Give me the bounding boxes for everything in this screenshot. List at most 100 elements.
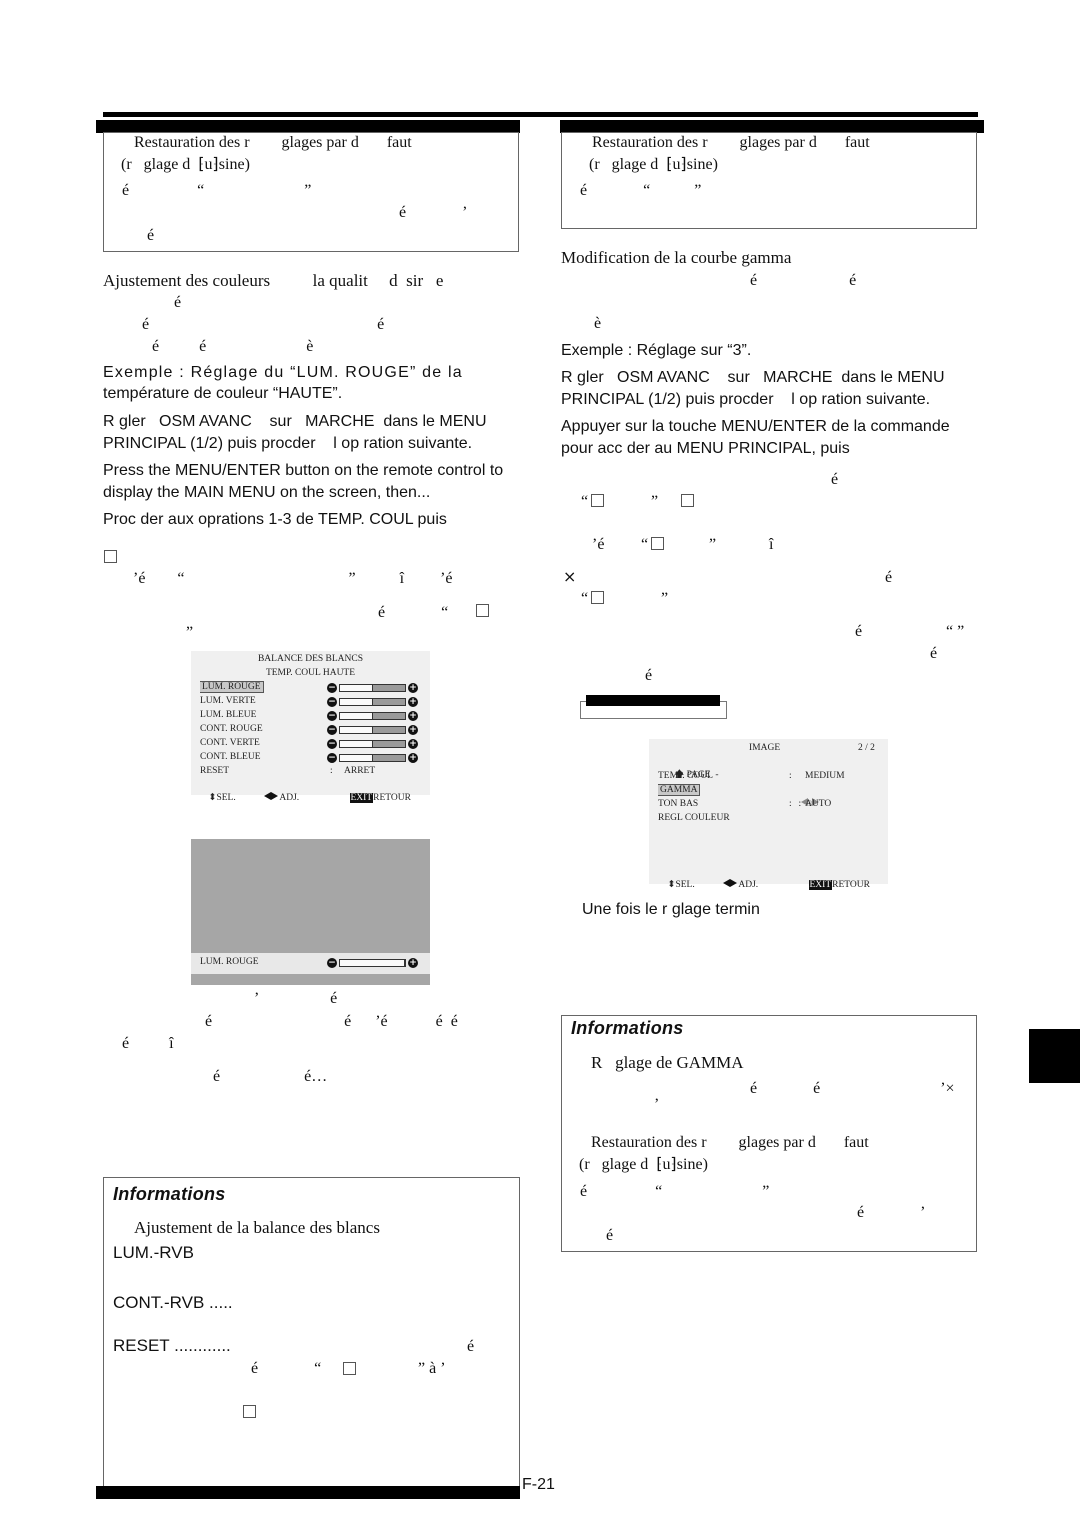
osd-item-ton-bas-sep: : — [789, 799, 792, 809]
footer-adj: ADJ. — [279, 793, 300, 803]
header-rule — [103, 112, 978, 117]
osd-image-title: IMAGE — [749, 743, 781, 753]
minus-icon: − — [327, 725, 337, 735]
right-step-glyph: î — [769, 536, 774, 553]
single-slider[interactable]: − + — [327, 958, 418, 968]
osd-slider[interactable]: − + — [327, 725, 418, 735]
osd-item-lum-verte[interactable]: LUM. VERTE — [200, 695, 256, 708]
osd-item-regl-couleur[interactable]: REGL COULEUR — [658, 812, 730, 825]
right-step-quote-close: ” — [651, 493, 659, 510]
slider-fill — [340, 755, 373, 761]
osd-item-ton-bas-value: AUTO — [805, 799, 832, 809]
right-garbled-1: é é — [750, 272, 857, 289]
footer-sel: SEL. — [216, 793, 236, 803]
plus-icon: + — [408, 739, 418, 749]
footer-bar — [96, 1486, 520, 1499]
right-step-quote-open: “ — [641, 536, 649, 553]
osd-reset-label[interactable]: RESET — [200, 765, 229, 778]
right-step-quotes: “ ” — [946, 623, 965, 640]
left-step-osm: R gler OSM AVANC sur MARCHE dans le MENU — [103, 413, 487, 430]
missing-glyph-icon — [343, 1362, 356, 1375]
osd-footer-exit: EXITRETOUR — [340, 779, 411, 803]
left-garbled-1: é — [174, 294, 182, 311]
osd-slider[interactable]: − + — [327, 697, 418, 707]
osd-item-temp-coul[interactable]: TEMP. COUL — [658, 770, 713, 783]
osd-white-balance-menu: BALANCE DES BLANCS TEMP. COUL HAUTE LUM.… — [191, 651, 430, 803]
osd-single-label: LUM. ROUGE — [200, 957, 259, 967]
left-garbled-below-1: ’ é — [254, 990, 338, 1007]
exit-key[interactable]: EXIT — [808, 880, 833, 890]
right-reset-line3: é “ ” — [580, 182, 702, 199]
slider-track — [339, 754, 406, 762]
osd-page-up[interactable]: 🡅 PAGE - — [665, 756, 719, 780]
left-garbled-after-2: é “ — [378, 604, 449, 621]
right-step-press: Appuyer sur la touche MENU/ENTER de la c… — [561, 418, 950, 435]
right-info-reset-line5: é — [606, 1227, 614, 1244]
minus-icon: − — [327, 739, 337, 749]
osd-item-gamma-value[interactable]: :3 — [789, 784, 820, 809]
left-garbled-below-3: é î — [122, 1035, 174, 1052]
right-done-text: Une fois le r glage termin — [582, 901, 760, 918]
missing-glyph-icon — [591, 494, 604, 507]
missing-glyph-icon — [591, 591, 604, 604]
osd-item-lum-rouge[interactable]: LUM. ROUGE — [200, 681, 264, 694]
osd-item-cont-verte[interactable]: CONT. VERTE — [200, 737, 260, 750]
left-info-lum-rvb: LUM.-RVB — [113, 1243, 194, 1262]
osd-slider[interactable]: − + — [327, 683, 418, 693]
osd-slider[interactable]: − + — [327, 711, 418, 721]
right-info-gamma-heading: R glage de GAMMA — [591, 1053, 744, 1072]
left-reset-line2: (r glage d ⁅u⁆sine) — [121, 156, 250, 173]
plus-icon: + — [408, 683, 418, 693]
left-garbled-after-3: ” — [186, 624, 194, 641]
osd-slider[interactable]: − + — [327, 739, 418, 749]
osd-footer-exit: EXITRETOUR — [808, 880, 870, 890]
osd-footer-adj: ADJ. — [713, 866, 758, 890]
chapter-tab — [1029, 1029, 1080, 1083]
right-info-reset-line3: é “ ” — [580, 1183, 770, 1200]
right-info-reset-line2: (r glage d ⁅u⁆sine) — [579, 1156, 708, 1173]
right-step-glyph: é — [885, 569, 893, 586]
right-step-quote-close: ” — [709, 536, 717, 553]
left-step-press-cont: display the MAIN MENU on the screen, the… — [103, 484, 431, 501]
osd-item-cont-bleue[interactable]: CONT. BLEUE — [200, 751, 261, 764]
left-example: Exemple : Réglage du “LUM. ROUGE” de la — [103, 364, 463, 381]
left-info-title: Informations — [113, 1184, 226, 1204]
slider-track — [339, 726, 406, 734]
left-garbled-below-4: é é… — [213, 1068, 328, 1085]
missing-glyph-icon — [681, 494, 694, 507]
right-reset-line2: (r glage d ⁅u⁆sine) — [589, 156, 718, 173]
osd-reset-value[interactable]: ARRET — [344, 765, 375, 778]
osd-item-lum-bleue[interactable]: LUM. BLEUE — [200, 709, 256, 722]
osd-reset-sep: : — [330, 766, 333, 776]
slider-fill — [340, 685, 373, 691]
right-step-glyph: é — [930, 645, 938, 662]
exit-key[interactable]: EXIT — [349, 793, 374, 803]
right-info-gamma-garbled-2: ’ — [654, 1096, 660, 1113]
plus-icon: + — [408, 725, 418, 735]
slider-fill — [340, 713, 373, 719]
left-info-garbled-1: é — [467, 1338, 475, 1355]
right-step-osm: R gler OSM AVANC sur MARCHE dans le MENU — [561, 369, 945, 386]
osd-footer: ⬍SEL. — [667, 880, 695, 890]
right-step-glyph: é — [645, 667, 653, 684]
osd-item-cont-rouge[interactable]: CONT. ROUGE — [200, 723, 263, 736]
left-reset-line1: Restauration des r glages par d faut — [134, 134, 412, 151]
right-step-glyph: é — [831, 471, 839, 488]
minus-icon: − — [327, 711, 337, 721]
left-garbled-after-1: ’é “ ” î ’é — [133, 570, 453, 587]
slider-track — [339, 698, 406, 706]
osd-slider[interactable]: − + — [327, 753, 418, 763]
right-section-heading: Modification de la courbe gamma — [561, 248, 792, 267]
right-info-reset-line1: Restauration des r glages par d faut — [591, 1134, 869, 1151]
left-garbled-below-2: é é ’é é é — [205, 1013, 458, 1030]
slider-track — [339, 740, 406, 748]
right-step-quote-open: “ — [581, 493, 589, 510]
plus-icon: + — [408, 958, 418, 968]
minus-icon: − — [327, 753, 337, 763]
right-info-reset-line4: é ’ — [857, 1204, 926, 1221]
osd-item-gamma[interactable]: GAMMA — [658, 784, 701, 797]
osd-title: BALANCE DES BLANCS — [257, 654, 364, 664]
osd-image-menu: IMAGE 2 / 2 🡅 PAGE - TEMP. COUL : MEDIUM… — [649, 739, 888, 890]
left-info-reset: RESET ............ — [113, 1336, 231, 1355]
osd-item-ton-bas[interactable]: TON BAS — [658, 798, 698, 811]
